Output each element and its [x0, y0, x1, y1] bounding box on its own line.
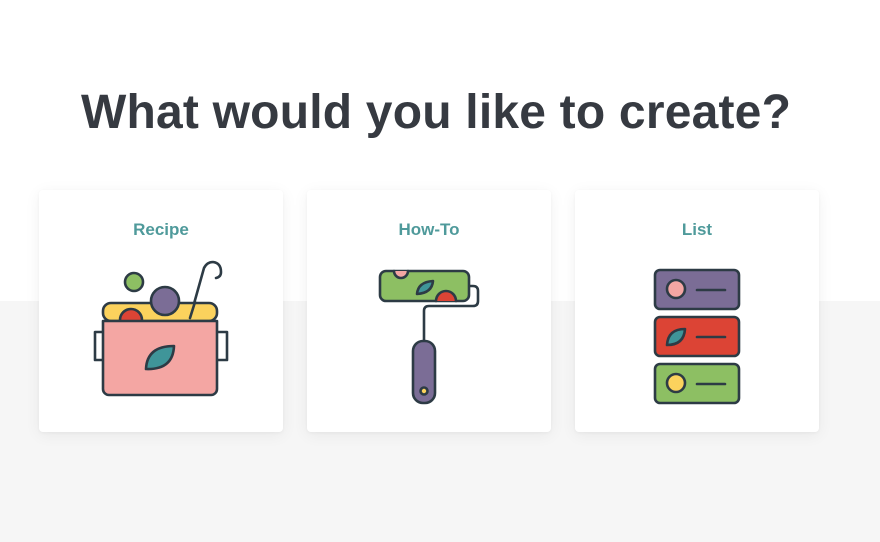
list-stack-icon — [653, 268, 741, 405]
list-card-label: List — [681, 220, 713, 239]
howto-card[interactable]: How-To — [307, 190, 551, 432]
page-title: What would you like to create? — [81, 86, 792, 139]
recipe-card[interactable]: Recipe — [39, 190, 283, 432]
recipe-card-label: Recipe — [133, 220, 189, 239]
paint-roller-icon — [378, 269, 480, 405]
recipe-pot-icon — [93, 260, 229, 397]
list-card[interactable]: List — [575, 190, 819, 432]
howto-card-label: How-To — [398, 220, 460, 239]
